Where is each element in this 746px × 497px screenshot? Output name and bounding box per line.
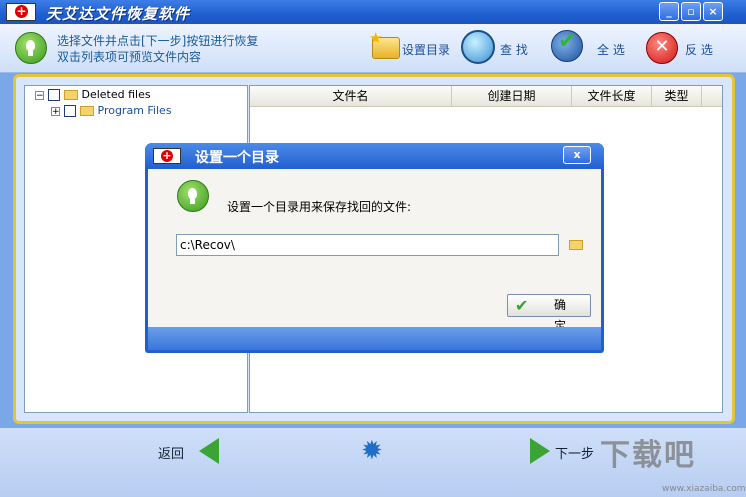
bulb-icon — [15, 32, 47, 64]
close-button[interactable]: × — [703, 2, 723, 21]
bulb-icon — [177, 180, 209, 212]
back-button[interactable]: 返回 — [158, 443, 184, 462]
tree-checkbox[interactable] — [64, 105, 76, 117]
next-arrow-icon[interactable] — [530, 438, 550, 464]
select-all-button[interactable]: 全 选 — [597, 41, 625, 58]
set-dir-button[interactable]: 设置目录 — [402, 41, 450, 58]
column-file-size[interactable]: 文件长度 — [572, 86, 652, 106]
invert-select-button[interactable]: 反 选 — [685, 41, 713, 58]
tree-checkbox[interactable] — [48, 89, 60, 101]
magnifier-icon[interactable] — [461, 30, 495, 64]
set-directory-dialog: + 设置一个目录 x 设置一个目录用来保存找回的文件: ✔ 确定 — [145, 143, 604, 353]
folder-star-icon[interactable]: ★ — [369, 29, 400, 59]
dialog-message: 设置一个目录用来保存找回的文件: — [227, 200, 412, 214]
app-title: 天艾达文件恢复软件 — [46, 5, 191, 23]
restore-button[interactable]: ▫ — [681, 2, 701, 21]
main-titlebar[interactable]: + 天艾达文件恢复软件 _ ▫ × — [0, 0, 746, 24]
folder-open-icon — [64, 90, 78, 100]
check-globe-icon[interactable]: ✔ — [551, 29, 583, 62]
list-header: 文件名 创建日期 文件长度 类型 — [250, 86, 722, 107]
watermark-logo: 下载吧 — [600, 438, 696, 473]
hint-line-1: 选择文件并点击[下一步]按钮进行恢复 — [57, 34, 259, 48]
dialog-footer — [148, 327, 601, 350]
dialog-body: 设置一个目录用来保存找回的文件: ✔ 确定 — [148, 169, 601, 333]
red-x-icon[interactable]: ✕ — [646, 32, 678, 64]
watermark-url: www.xiazaiba.com — [662, 484, 746, 494]
toolbar: 选择文件并点击[下一步]按钮进行恢复 双击列表项可预览文件内容 ★ 设置目录 查… — [0, 24, 746, 73]
back-arrow-icon[interactable] — [199, 438, 219, 464]
find-button[interactable]: 查 找 — [500, 41, 528, 58]
next-button[interactable]: 下一步 — [555, 443, 594, 462]
expand-icon[interactable]: + — [51, 106, 60, 116]
path-input[interactable] — [176, 234, 559, 256]
check-icon: ✔ — [515, 296, 529, 315]
tree-item-label: Deleted files — [81, 88, 151, 101]
folder-icon — [80, 106, 94, 116]
dialog-titlebar[interactable]: + 设置一个目录 x — [145, 143, 604, 169]
tree-item-label: Program Files — [97, 104, 172, 117]
tree-item-deleted-files[interactable]: − Deleted files — [35, 87, 151, 103]
folder-open-icon — [569, 240, 583, 250]
dialog-close-button[interactable]: x — [563, 146, 591, 164]
collapse-icon[interactable]: − — [35, 90, 44, 100]
hint-text: 选择文件并点击[下一步]按钮进行恢复 双击列表项可预览文件内容 — [57, 33, 258, 65]
column-created-date[interactable]: 创建日期 — [452, 86, 572, 106]
dialog-title: 设置一个目录 — [195, 150, 279, 166]
dialog-logo-icon: + — [153, 148, 181, 164]
minimize-button[interactable]: _ — [659, 2, 679, 21]
gear-icon[interactable]: ✹ — [361, 438, 383, 464]
ok-button[interactable]: ✔ 确定 — [507, 294, 591, 333]
browse-button[interactable] — [566, 235, 588, 255]
hint-line-2: 双击列表项可预览文件内容 — [57, 50, 202, 64]
column-type[interactable]: 类型 — [652, 86, 702, 106]
tree-item-program-files[interactable]: + Program Files — [51, 103, 172, 119]
app-logo-icon: + — [6, 3, 36, 21]
column-filename[interactable]: 文件名 — [250, 86, 452, 106]
